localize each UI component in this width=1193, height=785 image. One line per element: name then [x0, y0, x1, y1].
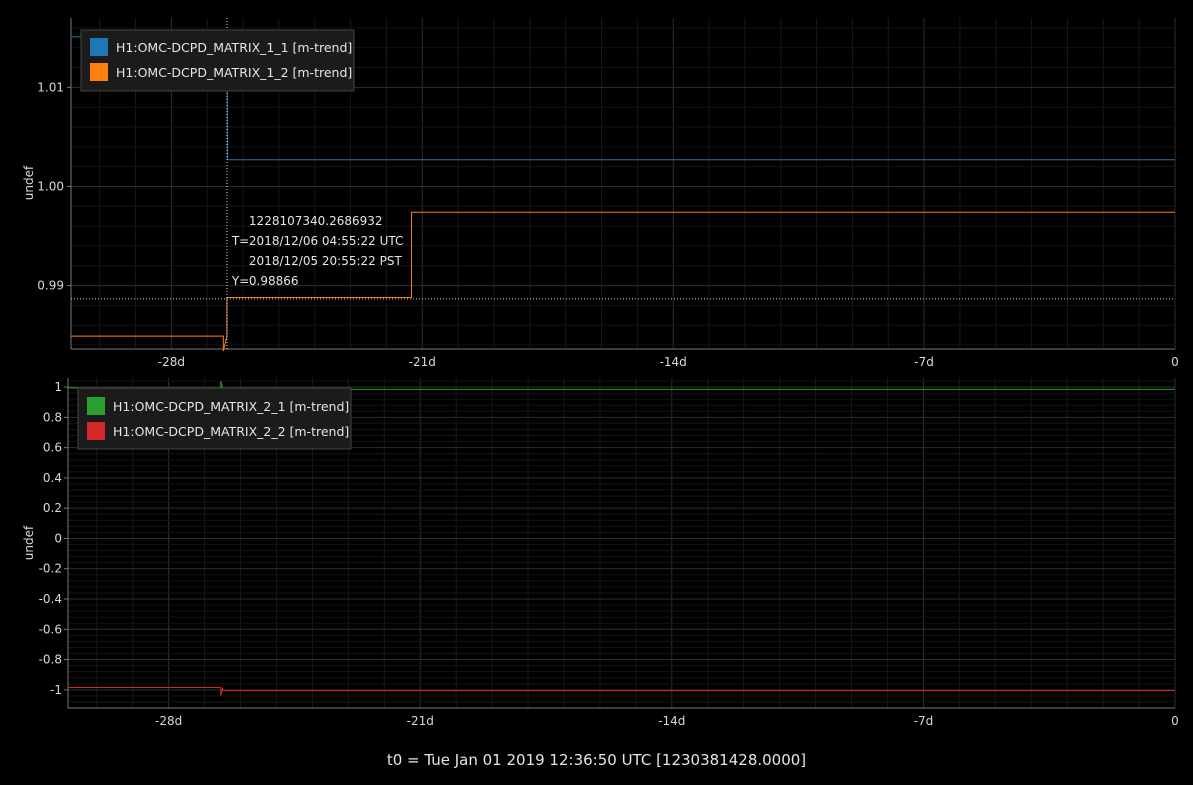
- bottom-y-tick-label: 0.2: [43, 501, 62, 515]
- cursor-gps-time: 1228107340.2686932: [249, 214, 383, 228]
- bottom-legend-box: [77, 387, 352, 450]
- bottom-x-tick-label: -21d: [407, 714, 434, 728]
- bottom-y-tick-labels: 1 0.8 0.6 0.4 0.2 0 -0.2 -0.4 -0.6 -0.8 -1: [39, 380, 68, 697]
- cursor-utc-time: 2018/12/06 04:55:22 UTC: [249, 234, 403, 248]
- top-x-tick-label: -21d: [409, 355, 436, 369]
- bottom-y-tick-label: 0.6: [43, 441, 62, 455]
- top-x-tick-label: -28d: [158, 355, 185, 369]
- top-legend-swatch-2: [90, 63, 108, 81]
- top-x-tick-label: -14d: [660, 355, 687, 369]
- bottom-legend: H1:OMC-DCPD_MATRIX_2_1 [m-trend] H1:OMC-…: [77, 387, 352, 450]
- top-y-tick-label: 0.99: [37, 279, 64, 293]
- t0-footer: t0 = Tue Jan 01 2019 12:36:50 UTC [12303…: [386, 751, 807, 769]
- bottom-x-tick-label: 0: [1171, 714, 1179, 728]
- bottom-x-tick-label: -14d: [658, 714, 685, 728]
- top-y-tick-label: 1.00: [37, 179, 64, 193]
- bottom-legend-label-2[interactable]: H1:OMC-DCPD_MATRIX_2_2 [m-trend]: [113, 424, 349, 439]
- bottom-panel: 1 0.8 0.6 0.4 0.2 0 -0.2 -0.4 -0.6 -0.8 -1 -28d -21…: [22, 378, 1179, 728]
- bottom-y-tick-label: -0.8: [39, 653, 62, 667]
- bottom-y-tick-label: 1: [54, 380, 62, 394]
- top-panel: 1228107340.2686932T= 2018/12/06 04:55:22 …: [22, 18, 1179, 369]
- bottom-y-tick-label: 0.4: [43, 471, 62, 485]
- bottom-y-axis-title: undef: [22, 525, 36, 560]
- bottom-x-tick-labels: -28d -21d -14d -7d 0: [155, 714, 1179, 728]
- cursor-t-prefix: T=: [231, 234, 249, 248]
- top-legend-swatch-1: [90, 38, 108, 56]
- bottom-legend-swatch-1: [87, 397, 105, 415]
- bottom-y-tick-label: -0.4: [39, 592, 62, 606]
- bottom-y-tick-label: -0.6: [39, 622, 62, 636]
- top-x-tick-labels: -28d -21d -14d -7d 0: [158, 355, 1179, 369]
- bottom-y-tick-label: 0.8: [43, 410, 62, 424]
- bottom-y-tick-label: 0: [54, 531, 62, 545]
- bottom-legend-swatch-2: [87, 422, 105, 440]
- top-legend: H1:OMC-DCPD_MATRIX_1_1 [m-trend] H1:OMC-…: [80, 29, 355, 92]
- bottom-y-tick-label: -0.2: [39, 562, 62, 576]
- top-y-tick-labels: 0.99 1.00 1.01: [37, 80, 71, 293]
- bottom-legend-label-1[interactable]: H1:OMC-DCPD_MATRIX_2_1 [m-trend]: [113, 399, 349, 414]
- cursor-y-prefix: Y=: [231, 274, 249, 288]
- bottom-y-tick-label: -1: [50, 683, 62, 697]
- top-legend-label-1[interactable]: H1:OMC-DCPD_MATRIX_1_1 [m-trend]: [116, 40, 352, 55]
- top-y-tick-label: 1.01: [37, 80, 64, 94]
- bottom-series-2-line: [68, 687, 1175, 696]
- bottom-x-tick-label: -7d: [914, 714, 934, 728]
- cursor-y-value: 0.98866: [249, 274, 299, 288]
- top-y-axis-title: undef: [22, 165, 36, 200]
- top-x-tick-label: -7d: [914, 355, 934, 369]
- cursor-pst-time: 2018/12/05 20:55:22 PST: [249, 254, 403, 268]
- top-legend-label-2[interactable]: H1:OMC-DCPD_MATRIX_1_2 [m-trend]: [116, 65, 352, 80]
- bottom-x-tick-label: -28d: [155, 714, 182, 728]
- trend-plot: 1228107340.2686932T= 2018/12/06 04:55:22 …: [22, 18, 1179, 728]
- top-x-tick-label: 0: [1171, 355, 1179, 369]
